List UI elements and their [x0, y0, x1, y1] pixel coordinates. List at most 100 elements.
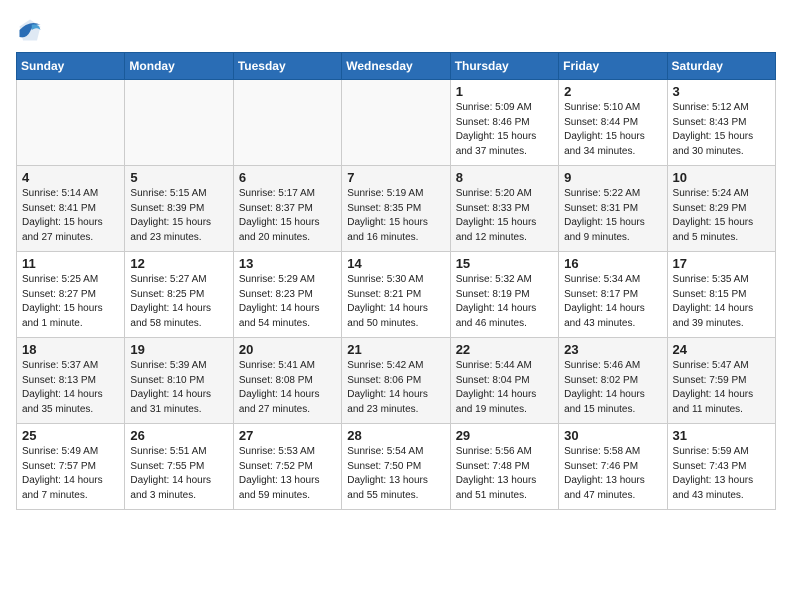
- day-number: 12: [130, 256, 227, 271]
- weekday-header-monday: Monday: [125, 53, 233, 80]
- calendar-cell: 13 Sunrise: 5:29 AM Sunset: 8:23 PM Dayli…: [233, 252, 341, 338]
- calendar-cell: 16Sunrise: 5:34 AM Sunset: 8:17 PM Dayli…: [559, 252, 667, 338]
- weekday-header-saturday: Saturday: [667, 53, 775, 80]
- calendar-cell: 11 Sunrise: 5:25 AM Sunset: 8:27 PM Dayli…: [17, 252, 125, 338]
- day-number: 17: [673, 256, 770, 271]
- day-number: 10: [673, 170, 770, 185]
- day-number: 11: [22, 256, 119, 271]
- day-info: Sunrise: 5:46 AM Sunset: 8:02 PM Dayligh…: [564, 359, 661, 417]
- calendar-week-1: 1Sunrise: 5:09 AM Sunset: 8:46 PM Daylig…: [17, 80, 776, 166]
- calendar-cell: 2 Sunrise: 5:10 AM Sunset: 8:44 PM Daylig…: [559, 80, 667, 166]
- calendar-week-2: 4Sunrise: 5:14 AM Sunset: 8:41 PM Daylig…: [17, 166, 776, 252]
- calendar-cell: 8 Sunrise: 5:20 AM Sunset: 8:33 PM Daylig…: [450, 166, 558, 252]
- calendar-cell: 21Sunrise: 5:42 AM Sunset: 8:06 PM Dayli…: [342, 338, 450, 424]
- day-info: Sunrise: 5:32 AM Sunset: 8:19 PM Dayligh…: [456, 273, 553, 331]
- day-info: Sunrise: 5:51 AM Sunset: 7:55 PM Dayligh…: [130, 445, 227, 503]
- weekday-header-wednesday: Wednesday: [342, 53, 450, 80]
- day-info: Sunrise: 5:24 AM Sunset: 8:29 PM Dayligh…: [673, 187, 770, 245]
- day-info: Sunrise: 5:09 AM Sunset: 8:46 PM Dayligh…: [456, 101, 553, 159]
- calendar-header: SundayMondayTuesdayWednesdayThursdayFrid…: [17, 53, 776, 80]
- calendar-cell: 15 Sunrise: 5:32 AM Sunset: 8:19 PM Dayli…: [450, 252, 558, 338]
- day-number: 28: [347, 428, 444, 443]
- weekday-header-thursday: Thursday: [450, 53, 558, 80]
- calendar-cell: 19 Sunrise: 5:39 AM Sunset: 8:10 PM Dayli…: [125, 338, 233, 424]
- day-number: 15: [456, 256, 553, 271]
- day-number: 24: [673, 342, 770, 357]
- day-number: 27: [239, 428, 336, 443]
- day-number: 2: [564, 84, 661, 99]
- day-number: 4: [22, 170, 119, 185]
- calendar-week-3: 11 Sunrise: 5:25 AM Sunset: 8:27 PM Dayli…: [17, 252, 776, 338]
- day-number: 30: [564, 428, 661, 443]
- day-info: Sunrise: 5:53 AM Sunset: 7:52 PM Dayligh…: [239, 445, 336, 503]
- day-info: Sunrise: 5:49 AM Sunset: 7:57 PM Dayligh…: [22, 445, 119, 503]
- calendar-cell: 5Sunrise: 5:15 AM Sunset: 8:39 PM Daylig…: [125, 166, 233, 252]
- calendar-week-5: 25Sunrise: 5:49 AM Sunset: 7:57 PM Dayli…: [17, 424, 776, 510]
- day-info: Sunrise: 5:20 AM Sunset: 8:33 PM Dayligh…: [456, 187, 553, 245]
- calendar-cell: 7 Sunrise: 5:19 AM Sunset: 8:35 PM Daylig…: [342, 166, 450, 252]
- day-info: Sunrise: 5:42 AM Sunset: 8:06 PM Dayligh…: [347, 359, 444, 417]
- day-number: 13: [239, 256, 336, 271]
- calendar-cell: 12 Sunrise: 5:27 AM Sunset: 8:25 PM Dayli…: [125, 252, 233, 338]
- calendar-cell: 14Sunrise: 5:30 AM Sunset: 8:21 PM Dayli…: [342, 252, 450, 338]
- page-header: [16, 16, 776, 44]
- day-number: 23: [564, 342, 661, 357]
- calendar-cell: 23 Sunrise: 5:46 AM Sunset: 8:02 PM Dayli…: [559, 338, 667, 424]
- calendar-cell: 9 Sunrise: 5:22 AM Sunset: 8:31 PM Daylig…: [559, 166, 667, 252]
- calendar-cell: 3Sunrise: 5:12 AM Sunset: 8:43 PM Daylig…: [667, 80, 775, 166]
- calendar-cell: 25Sunrise: 5:49 AM Sunset: 7:57 PM Dayli…: [17, 424, 125, 510]
- day-number: 29: [456, 428, 553, 443]
- logo-icon: [16, 16, 44, 44]
- calendar-cell: 28 Sunrise: 5:54 AM Sunset: 7:50 PM Dayli…: [342, 424, 450, 510]
- calendar-cell: 22 Sunrise: 5:44 AM Sunset: 8:04 PM Dayli…: [450, 338, 558, 424]
- calendar-cell: 20 Sunrise: 5:41 AM Sunset: 8:08 PM Dayli…: [233, 338, 341, 424]
- day-info: Sunrise: 5:41 AM Sunset: 8:08 PM Dayligh…: [239, 359, 336, 417]
- calendar-cell: 6 Sunrise: 5:17 AM Sunset: 8:37 PM Daylig…: [233, 166, 341, 252]
- day-info: Sunrise: 5:29 AM Sunset: 8:23 PM Dayligh…: [239, 273, 336, 331]
- day-number: 3: [673, 84, 770, 99]
- day-number: 14: [347, 256, 444, 271]
- day-number: 31: [673, 428, 770, 443]
- day-number: 5: [130, 170, 227, 185]
- calendar-body: 1Sunrise: 5:09 AM Sunset: 8:46 PM Daylig…: [17, 80, 776, 510]
- day-info: Sunrise: 5:19 AM Sunset: 8:35 PM Dayligh…: [347, 187, 444, 245]
- day-info: Sunrise: 5:58 AM Sunset: 7:46 PM Dayligh…: [564, 445, 661, 503]
- day-info: Sunrise: 5:39 AM Sunset: 8:10 PM Dayligh…: [130, 359, 227, 417]
- day-number: 6: [239, 170, 336, 185]
- day-info: Sunrise: 5:22 AM Sunset: 8:31 PM Dayligh…: [564, 187, 661, 245]
- calendar-cell: 18 Sunrise: 5:37 AM Sunset: 8:13 PM Dayli…: [17, 338, 125, 424]
- calendar-cell: 30 Sunrise: 5:58 AM Sunset: 7:46 PM Dayli…: [559, 424, 667, 510]
- calendar-week-4: 18 Sunrise: 5:37 AM Sunset: 8:13 PM Dayli…: [17, 338, 776, 424]
- calendar-cell: 4Sunrise: 5:14 AM Sunset: 8:41 PM Daylig…: [17, 166, 125, 252]
- calendar-cell: [342, 80, 450, 166]
- day-info: Sunrise: 5:59 AM Sunset: 7:43 PM Dayligh…: [673, 445, 770, 503]
- day-number: 22: [456, 342, 553, 357]
- calendar-cell: 26 Sunrise: 5:51 AM Sunset: 7:55 PM Dayli…: [125, 424, 233, 510]
- calendar-cell: [233, 80, 341, 166]
- calendar-cell: [17, 80, 125, 166]
- day-number: 7: [347, 170, 444, 185]
- logo: [16, 16, 48, 44]
- day-number: 20: [239, 342, 336, 357]
- calendar-cell: 1Sunrise: 5:09 AM Sunset: 8:46 PM Daylig…: [450, 80, 558, 166]
- day-info: Sunrise: 5:17 AM Sunset: 8:37 PM Dayligh…: [239, 187, 336, 245]
- day-info: Sunrise: 5:44 AM Sunset: 8:04 PM Dayligh…: [456, 359, 553, 417]
- day-info: Sunrise: 5:27 AM Sunset: 8:25 PM Dayligh…: [130, 273, 227, 331]
- day-number: 9: [564, 170, 661, 185]
- calendar-cell: [125, 80, 233, 166]
- weekday-header-sunday: Sunday: [17, 53, 125, 80]
- day-number: 8: [456, 170, 553, 185]
- calendar-cell: 10 Sunrise: 5:24 AM Sunset: 8:29 PM Dayli…: [667, 166, 775, 252]
- day-number: 26: [130, 428, 227, 443]
- calendar-cell: 29 Sunrise: 5:56 AM Sunset: 7:48 PM Dayli…: [450, 424, 558, 510]
- day-number: 19: [130, 342, 227, 357]
- calendar-cell: 31 Sunrise: 5:59 AM Sunset: 7:43 PM Dayli…: [667, 424, 775, 510]
- calendar-table: SundayMondayTuesdayWednesdayThursdayFrid…: [16, 52, 776, 510]
- day-info: Sunrise: 5:25 AM Sunset: 8:27 PM Dayligh…: [22, 273, 119, 331]
- header-row: SundayMondayTuesdayWednesdayThursdayFrid…: [17, 53, 776, 80]
- day-number: 18: [22, 342, 119, 357]
- day-info: Sunrise: 5:54 AM Sunset: 7:50 PM Dayligh…: [347, 445, 444, 503]
- day-info: Sunrise: 5:56 AM Sunset: 7:48 PM Dayligh…: [456, 445, 553, 503]
- day-info: Sunrise: 5:37 AM Sunset: 8:13 PM Dayligh…: [22, 359, 119, 417]
- day-info: Sunrise: 5:10 AM Sunset: 8:44 PM Dayligh…: [564, 101, 661, 159]
